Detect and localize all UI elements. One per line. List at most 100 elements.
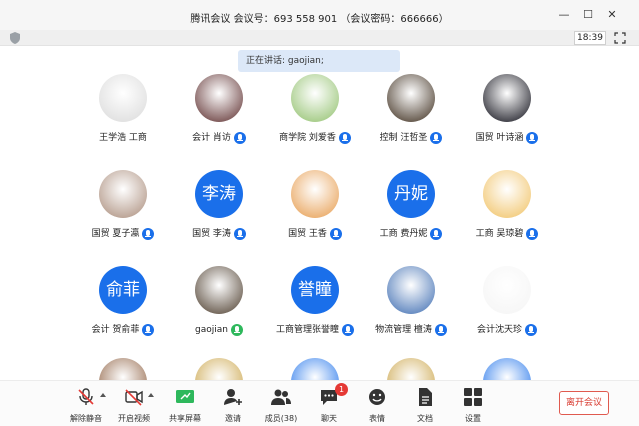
- mic-icon: [526, 228, 539, 240]
- chat-unread-badge: 1: [335, 383, 348, 396]
- emoji-icon: [369, 389, 385, 405]
- participant-name: 商学院 刘爱香: [279, 133, 336, 143]
- participant-name-row: 王学浩 工商: [68, 130, 178, 146]
- participant-name: 会计沈天珍: [476, 325, 522, 335]
- members-icon: [271, 389, 291, 405]
- mic-icon: [430, 228, 443, 240]
- participant-name-row: 工商 吴琼碧: [452, 226, 562, 242]
- participant-tile[interactable]: 会计沈天珍: [452, 266, 562, 366]
- participant-name: 工商 费丹妮: [379, 229, 428, 239]
- apps-grid-icon: [464, 388, 482, 406]
- mic-icon: [142, 228, 155, 240]
- participant-tile[interactable]: 控制 汪哲圣: [356, 74, 466, 174]
- participant-tile[interactable]: 国贸 夏子瀛: [68, 170, 178, 270]
- invite-user-icon: [224, 389, 242, 405]
- participant-name-row: 国贸 叶诗涵: [452, 130, 562, 146]
- share-screen-button[interactable]: 共享屏幕: [159, 385, 211, 425]
- camera-off-icon: [125, 389, 143, 406]
- participant-name-row: 物流管理 檀涛: [356, 322, 466, 338]
- participant-avatar: 俞菲: [99, 266, 147, 314]
- participant-avatar: [291, 74, 339, 122]
- participant-name: 控制 汪哲圣: [379, 133, 428, 143]
- start-video-button[interactable]: 开启视频: [108, 385, 160, 425]
- participant-name-row: 会计 肖访: [164, 130, 274, 146]
- video-caret-icon[interactable]: [148, 393, 154, 397]
- members-button[interactable]: 成员(38): [255, 385, 307, 425]
- chat-button[interactable]: 1 聊天: [303, 383, 355, 425]
- participant-avatar: [483, 170, 531, 218]
- participant-name-row: 国贸 夏子瀛: [68, 226, 178, 242]
- invite-button[interactable]: 邀请: [207, 385, 259, 425]
- participant-avatar: [387, 74, 435, 122]
- participant-avatar: 誉瞳: [291, 266, 339, 314]
- participant-name-row: gaojian: [164, 322, 274, 338]
- mic-speaking-icon: [230, 324, 243, 336]
- settings-label: 设置: [465, 414, 481, 423]
- participant-avatar: [387, 266, 435, 314]
- participant-name: 国贸 夏子瀛: [91, 229, 140, 239]
- share-screen-label: 共享屏幕: [169, 414, 201, 423]
- invite-label: 邀请: [225, 414, 241, 423]
- participant-name-row: 会计沈天珍: [452, 322, 562, 338]
- mic-muted-icon: [78, 388, 94, 405]
- participant-name: 王学浩 工商: [99, 133, 147, 143]
- participant-name-row: 国贸 李涛: [164, 226, 274, 242]
- participant-name-row: 商学院 刘爱香: [260, 130, 370, 146]
- unmute-button[interactable]: 解除静音: [60, 385, 112, 425]
- participant-tile[interactable]: 王学浩 工商: [68, 74, 178, 174]
- participant-name: 工商 吴琼碧: [475, 229, 524, 239]
- meeting-toolbar: 解除静音 开启视频 共享屏幕 邀请 成员(38) 1 聊天 表情 文档 设置 离…: [0, 380, 639, 426]
- participant-name: 国贸 叶诗涵: [475, 133, 524, 143]
- mic-icon: [430, 132, 443, 144]
- participant-name-row: 控制 汪哲圣: [356, 130, 466, 146]
- participant-tile[interactable]: 国贸 叶诗涵: [452, 74, 562, 174]
- mic-icon: [525, 324, 537, 336]
- participant-name: 国贸 王香: [288, 229, 327, 239]
- participant-avatar: [291, 170, 339, 218]
- share-screen-icon: [176, 390, 194, 403]
- participant-name: 国贸 李涛: [192, 229, 231, 239]
- leave-meeting-button[interactable]: 离开会议: [559, 391, 609, 415]
- participant-name: gaojian: [195, 325, 228, 335]
- document-icon: [419, 388, 432, 406]
- participant-avatar: [483, 266, 531, 314]
- participant-tile[interactable]: 李涛 国贸 李涛: [164, 170, 274, 270]
- participant-name-row: 会计 贺俞菲: [68, 322, 178, 338]
- docs-label: 文档: [417, 414, 433, 423]
- participant-avatar: [195, 266, 243, 314]
- reactions-button[interactable]: 表情: [351, 385, 403, 425]
- participant-tile[interactable]: 工商 吴琼碧: [452, 170, 562, 270]
- participant-avatar: [99, 170, 147, 218]
- participant-avatar: [99, 74, 147, 122]
- docs-button[interactable]: 文档: [399, 385, 451, 425]
- participant-tile[interactable]: 国贸 王香: [260, 170, 370, 270]
- participant-tile[interactable]: gaojian: [164, 266, 274, 366]
- participant-tile[interactable]: 丹妮工商 费丹妮: [356, 170, 466, 270]
- members-label: 成员(38): [264, 414, 298, 423]
- settings-button[interactable]: 设置: [447, 385, 499, 425]
- mic-icon: [338, 132, 351, 144]
- speaking-indicator: 正在讲话: gaojian;: [238, 50, 400, 72]
- mic-icon: [329, 228, 342, 240]
- participant-name: 会计 肖访: [192, 133, 231, 143]
- participant-tile[interactable]: 商学院 刘爱香: [260, 74, 370, 174]
- participant-name-row: 工商 费丹妮: [356, 226, 466, 242]
- reactions-label: 表情: [369, 414, 385, 423]
- participant-tile[interactable]: 会计 肖访: [164, 74, 274, 174]
- participant-name: 物流管理 檀涛: [375, 325, 432, 335]
- participant-tile[interactable]: 俞菲会计 贺俞菲: [68, 266, 178, 366]
- mic-icon: [526, 132, 539, 144]
- participant-name-row: 国贸 王香: [260, 226, 370, 242]
- participant-name: 会计 贺俞菲: [91, 325, 140, 335]
- participant-tile[interactable]: 誉瞳 工商管理张誉瞳: [260, 266, 370, 366]
- unmute-label: 解除静音: [70, 414, 102, 423]
- start-video-label: 开启视频: [118, 414, 150, 423]
- participant-avatar: 李涛: [195, 170, 243, 218]
- participant-avatar: [483, 74, 531, 122]
- mic-icon: [233, 132, 246, 144]
- participant-tile[interactable]: 物流管理 檀涛: [356, 266, 466, 366]
- mic-icon: [233, 228, 246, 240]
- participant-avatar: 丹妮: [387, 170, 435, 218]
- unmute-caret-icon[interactable]: [100, 393, 106, 397]
- mic-icon: [434, 324, 447, 336]
